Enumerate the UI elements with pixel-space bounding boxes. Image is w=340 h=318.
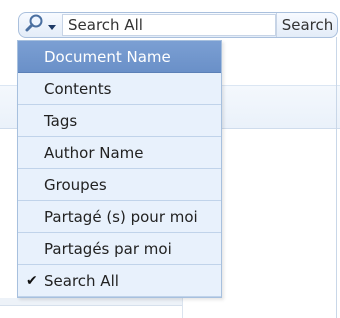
checkmark-icon: ✔ — [26, 273, 38, 289]
menu-item-label: Partagé (s) pour moi — [44, 207, 198, 226]
menu-item[interactable]: Groupes — [18, 169, 221, 201]
menu-item-label: Document Name — [44, 47, 171, 66]
menu-item[interactable]: Partagés par moi — [18, 233, 221, 265]
search-input[interactable] — [62, 14, 276, 36]
search-scope-menu: Document Name Contents Tags Author Name Grou… — [17, 40, 222, 298]
menu-item-label: Partagés par moi — [44, 239, 172, 258]
search-bar: Search — [18, 12, 338, 38]
menu-item[interactable]: Author Name — [18, 137, 221, 169]
background-right-border — [336, 37, 337, 318]
magnifier-icon — [24, 13, 46, 37]
menu-item-label: Search All — [44, 271, 119, 290]
chevron-down-icon — [48, 16, 56, 35]
menu-item[interactable]: Partagé (s) pour moi — [18, 201, 221, 233]
background-bottom-strip — [0, 298, 182, 306]
menu-item[interactable]: Tags — [18, 105, 221, 137]
menu-item-label: Contents — [44, 79, 112, 98]
menu-item[interactable]: ✔ Search All — [18, 265, 221, 297]
search-widget: Search Document Name Contents Tags Author N… — [0, 0, 340, 318]
menu-item[interactable]: Contents — [18, 73, 221, 105]
menu-item[interactable]: Document Name — [18, 41, 221, 73]
menu-item-label: Groupes — [44, 175, 107, 194]
search-button[interactable]: Search — [276, 13, 338, 37]
menu-item-label: Author Name — [44, 143, 144, 162]
menu-item-label: Tags — [44, 111, 78, 130]
search-scope-button[interactable] — [19, 13, 61, 37]
